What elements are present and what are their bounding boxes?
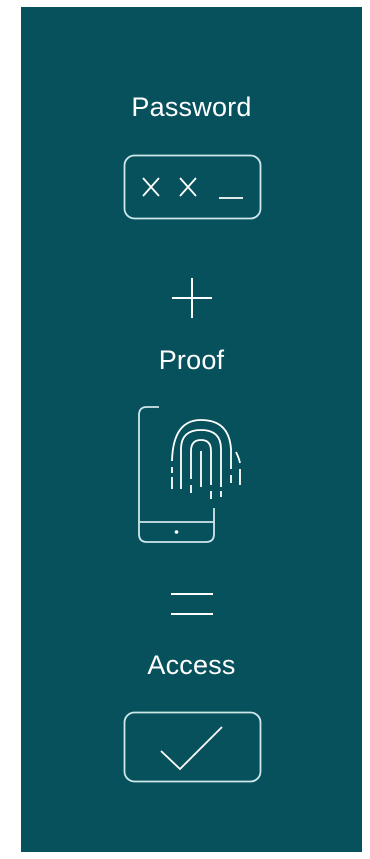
password-proof-access-panel: Password Proof Access [21, 7, 362, 852]
fingerprint-phone-icon [138, 406, 241, 543]
equals-icon [171, 593, 213, 615]
plus-icon [172, 278, 212, 318]
password-label: Password [131, 92, 252, 122]
password-field-icon [123, 154, 262, 220]
proof-label: Proof [158, 345, 225, 375]
checkmark-box-icon [123, 711, 262, 783]
access-label: Access [147, 650, 236, 680]
